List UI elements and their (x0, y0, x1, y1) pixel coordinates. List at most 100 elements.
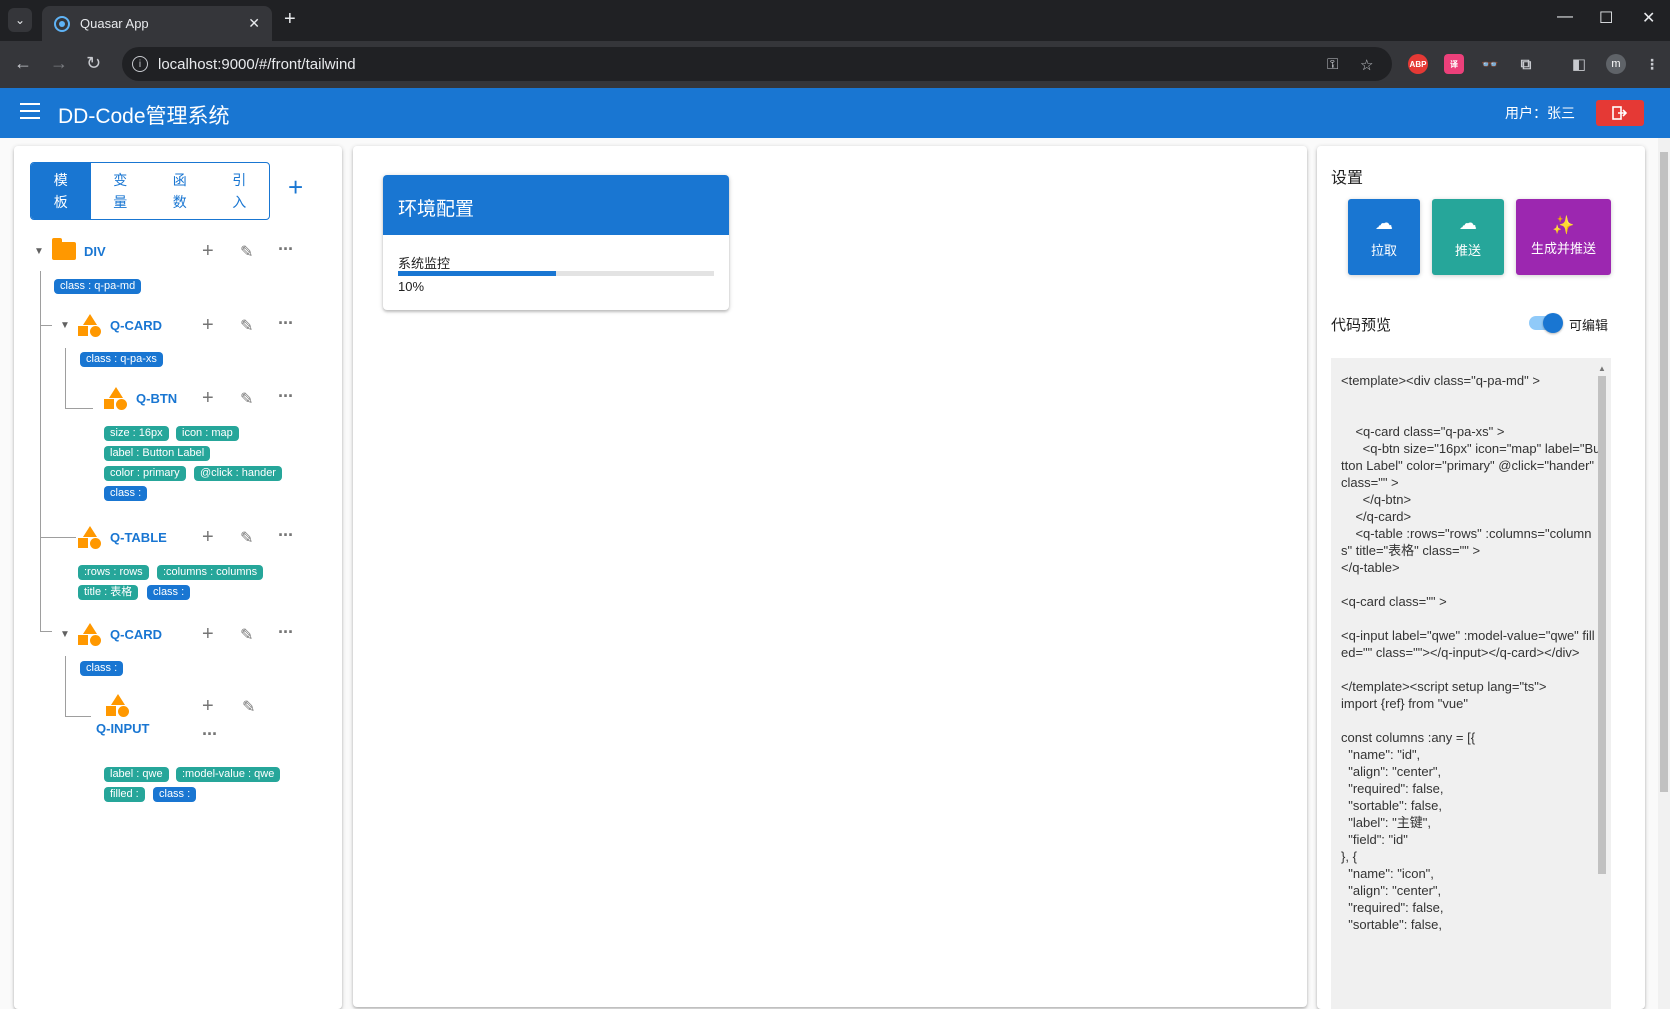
edit-icon[interactable]: ✎ (240, 626, 253, 646)
maximize-icon[interactable]: ☐ (1599, 8, 1613, 28)
prop-chip[interactable]: label : Button Label (104, 446, 211, 461)
prop-chip[interactable]: filled : (104, 787, 145, 802)
hamburger-menu-icon[interactable] (20, 103, 40, 119)
cloud-upload-icon: ☁ (1459, 213, 1477, 233)
prop-chip[interactable]: class : (80, 661, 124, 676)
add-child-icon[interactable]: + (202, 696, 214, 716)
button-label: 生成并推送 (1530, 241, 1596, 256)
prop-chip[interactable]: class : q-pa-xs (80, 352, 163, 367)
tab-template[interactable]: 模板 (31, 163, 91, 219)
code-scrollbar[interactable]: ▲ (1596, 364, 1608, 999)
profile-avatar[interactable]: m (1606, 54, 1626, 74)
quasar-favicon-icon (54, 15, 70, 32)
add-child-icon[interactable]: + (202, 315, 214, 335)
env-config-card[interactable]: 环境配置 系统监控 10% (383, 175, 729, 310)
eyes-extension-icon[interactable]: 👓 (1480, 54, 1500, 74)
close-tab-icon[interactable]: ✕ (248, 15, 260, 32)
editable-label: 可编辑 (1569, 318, 1609, 333)
settings-panel: 设置 ☁ 拉取 ☁ 推送 ✨ 生成并推送 代码预览 可编辑 <template>… (1317, 146, 1645, 1009)
prop-chip[interactable]: @click : hander (194, 466, 282, 481)
more-icon[interactable]: ··· (278, 622, 294, 642)
more-icon[interactable]: ··· (202, 724, 218, 744)
side-panel-icon[interactable]: ◧ (1569, 54, 1589, 74)
edit-icon[interactable]: ✎ (240, 317, 253, 337)
tree-line (65, 348, 66, 408)
caret-down-icon[interactable]: ▼ (34, 246, 48, 257)
tree-node-q-card[interactable]: ▼ Q-CARD (60, 313, 162, 337)
folder-icon (52, 238, 76, 260)
page-scrollbar[interactable] (1658, 138, 1670, 1009)
edit-icon[interactable]: ✎ (240, 390, 253, 410)
tree-node-q-btn[interactable]: Q-BTN (104, 386, 177, 410)
add-child-icon[interactable]: + (202, 241, 214, 261)
shapes-icon (106, 694, 130, 717)
prop-chip[interactable]: label : qwe (104, 767, 169, 782)
tree-node-q-card[interactable]: ▼ Q-CARD (60, 622, 162, 646)
bookmark-star-icon[interactable]: ☆ (1360, 56, 1373, 74)
prop-chip[interactable]: :columns : columns (157, 565, 264, 580)
app-root: DD-Code管理系统 用户：张三 模板 变量 函数 引入 + ▼ DIV + … (0, 88, 1670, 1009)
password-key-icon[interactable]: ⚿ (1327, 56, 1338, 73)
pull-button[interactable]: ☁ 拉取 (1348, 199, 1420, 275)
tree-line (65, 716, 91, 717)
tab-title: Quasar App (80, 16, 149, 31)
close-window-icon[interactable]: ✕ (1642, 8, 1655, 28)
prop-chip[interactable]: size : 16px (104, 426, 169, 441)
more-icon[interactable]: ··· (278, 313, 294, 333)
prop-chip[interactable]: class : (147, 585, 191, 600)
tab-search-button[interactable]: ⌄ (8, 8, 32, 32)
push-button[interactable]: ☁ 推送 (1432, 199, 1504, 275)
code-preview-title: 代码预览 (1331, 317, 1392, 334)
site-info-icon[interactable]: i (132, 56, 148, 72)
prop-chip[interactable]: title : 表格 (78, 585, 139, 600)
logout-icon (1612, 106, 1628, 120)
add-child-icon[interactable]: + (202, 624, 214, 644)
tree-node-div[interactable]: ▼ DIV (34, 238, 106, 263)
address-bar[interactable]: i localhost:9000/#/front/tailwind ⚿ ☆ (122, 47, 1392, 81)
add-icon[interactable]: + (288, 174, 303, 200)
extensions-puzzle-icon[interactable]: ⧉ (1516, 54, 1536, 74)
tree-node-q-table[interactable]: Q-TABLE (78, 525, 167, 549)
button-label: 拉取 (1370, 243, 1397, 258)
tab-variables[interactable]: 变量 (91, 163, 151, 219)
add-child-icon[interactable]: + (202, 527, 214, 547)
prop-chip[interactable]: class : (153, 787, 197, 802)
tree-line (40, 537, 76, 538)
tab-functions[interactable]: 函数 (150, 163, 210, 219)
edit-icon[interactable]: ✎ (240, 243, 253, 263)
tab-imports[interactable]: 引入 (210, 163, 270, 219)
edit-icon[interactable]: ✎ (240, 529, 253, 549)
prop-chip[interactable]: class : q-pa-md (54, 279, 142, 294)
code-preview[interactable]: <template><div class="q-pa-md" > <q-card… (1331, 358, 1611, 1009)
shapes-icon (78, 526, 102, 549)
back-icon[interactable]: ← (14, 53, 32, 73)
chrome-menu-icon[interactable]: ⋮ (1642, 54, 1662, 74)
tree-line (65, 408, 93, 409)
caret-down-icon[interactable]: ▼ (60, 320, 74, 331)
logout-button[interactable] (1596, 100, 1644, 126)
more-icon[interactable]: ··· (278, 386, 294, 406)
reload-icon[interactable]: ↻ (86, 53, 101, 73)
browser-tab[interactable]: Quasar App ✕ (42, 6, 272, 41)
tree-line (65, 656, 66, 716)
prop-chip[interactable]: icon : map (176, 426, 239, 441)
new-tab-button[interactable]: + (284, 9, 296, 29)
prop-chip[interactable]: class : (104, 486, 148, 501)
more-icon[interactable]: ··· (278, 525, 294, 545)
prop-chip[interactable]: :model-value : qwe (176, 767, 281, 782)
tree-node-q-input[interactable]: Q-INPUT (96, 721, 149, 736)
minimize-icon[interactable]: — (1557, 8, 1573, 26)
browser-tab-bar: ⌄ Quasar App ✕ + — ☐ ✕ (0, 0, 1670, 41)
caret-down-icon[interactable]: ▼ (60, 629, 74, 640)
translate-extension-icon[interactable]: 译 (1444, 54, 1464, 74)
edit-icon[interactable]: ✎ (242, 698, 255, 718)
generate-and-push-button[interactable]: ✨ 生成并推送 (1516, 199, 1611, 275)
editable-toggle[interactable] (1529, 313, 1563, 333)
prop-chip[interactable]: color : primary (104, 466, 186, 481)
adblock-extension-icon[interactable]: ABP (1408, 54, 1428, 74)
prop-chip[interactable]: :rows : rows (78, 565, 149, 580)
forward-icon[interactable]: → (50, 53, 68, 73)
add-child-icon[interactable]: + (202, 388, 214, 408)
progress-bar (398, 271, 714, 276)
more-icon[interactable]: ··· (278, 239, 294, 259)
